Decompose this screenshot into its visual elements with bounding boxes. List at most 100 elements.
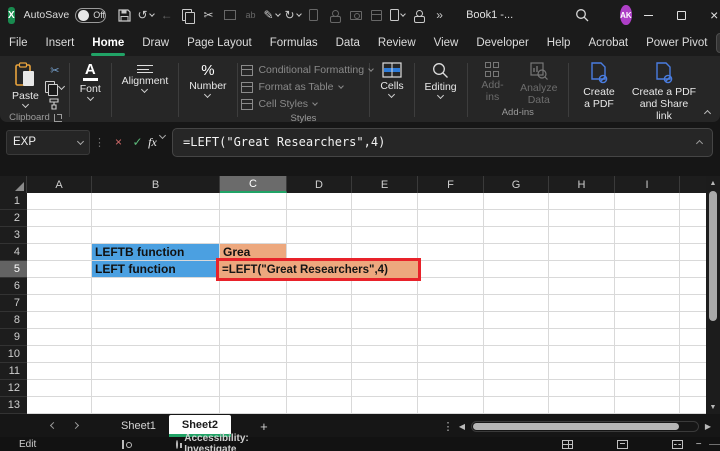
cell-I7[interactable] (615, 295, 680, 312)
accessibility-status[interactable]: Accessibility: Investigate (184, 433, 248, 451)
row-header-5[interactable]: 5 (0, 261, 27, 278)
cell-F9[interactable] (418, 329, 484, 346)
cell-A6[interactable] (27, 278, 92, 295)
row-header-10[interactable]: 10 (0, 346, 27, 363)
cell-C3[interactable] (220, 227, 287, 244)
user-avatar[interactable]: AK (620, 5, 632, 25)
column-header-G[interactable]: G (484, 176, 549, 193)
cell-partial-9[interactable] (680, 329, 706, 346)
cell-G1[interactable] (484, 193, 549, 210)
cell-B1[interactable] (92, 193, 220, 210)
cell-F7[interactable] (418, 295, 484, 312)
cell-I11[interactable] (615, 363, 680, 380)
cell-partial-8[interactable] (680, 312, 706, 329)
cell-G10[interactable] (484, 346, 549, 363)
cell-G13[interactable] (484, 397, 549, 414)
comments-button[interactable]: Comments (716, 33, 720, 53)
pin-button[interactable] (324, 3, 345, 27)
cell-C7[interactable] (220, 295, 287, 312)
cell-F6[interactable] (418, 278, 484, 295)
cell-A13[interactable] (27, 397, 92, 414)
cell-C12[interactable] (220, 380, 287, 397)
scroll-up-arrow[interactable]: ▲ (706, 176, 720, 190)
analyze-data-button[interactable]: Analyze Data (513, 59, 564, 106)
cell-partial-13[interactable] (680, 397, 706, 414)
back-button[interactable]: ← (156, 3, 177, 27)
copy-button[interactable] (45, 80, 66, 96)
cell-D13[interactable] (287, 397, 352, 414)
cell-A11[interactable] (27, 363, 92, 380)
column-header-D[interactable]: D (287, 176, 352, 193)
cell-B10[interactable] (92, 346, 220, 363)
cell-partial-10[interactable] (680, 346, 706, 363)
row-header-7[interactable]: 7 (0, 295, 27, 312)
redo-button[interactable]: ↻ (282, 3, 303, 27)
horizontal-scroll-track[interactable] (471, 420, 699, 432)
cell-A1[interactable] (27, 193, 92, 210)
clipboard-dialog-launcher[interactable] (53, 113, 62, 122)
cell-F2[interactable] (418, 210, 484, 227)
cell-C10[interactable] (220, 346, 287, 363)
camera-button[interactable] (345, 3, 366, 27)
cell-D10[interactable] (287, 346, 352, 363)
cell-E10[interactable] (352, 346, 418, 363)
cell-B3[interactable] (92, 227, 220, 244)
page-break-view-button[interactable] (671, 439, 683, 449)
column-header-partial[interactable] (680, 176, 706, 193)
row-header-6[interactable]: 6 (0, 278, 27, 295)
cell-I2[interactable] (615, 210, 680, 227)
select-all-button[interactable] (0, 176, 27, 193)
cut-button[interactable]: ✂ (198, 3, 219, 27)
cell-D12[interactable] (287, 380, 352, 397)
previous-sheet-button[interactable] (42, 415, 64, 437)
cell-B11[interactable] (92, 363, 220, 380)
cell-D11[interactable] (287, 363, 352, 380)
addins-button[interactable]: Add-ins (472, 59, 514, 103)
cell-A3[interactable] (27, 227, 92, 244)
cell-H10[interactable] (549, 346, 615, 363)
paste-button[interactable]: Paste (6, 59, 45, 109)
cell-H8[interactable] (549, 312, 615, 329)
enter-entry-button[interactable]: ✓ (128, 135, 147, 149)
add-sheet-button[interactable]: + (249, 415, 279, 437)
cell-B4[interactable]: LEFTB function (92, 244, 220, 261)
cell-F4[interactable] (418, 244, 484, 261)
column-header-H[interactable]: H (549, 176, 615, 193)
cell-C1[interactable] (220, 193, 287, 210)
vertical-scrollbar[interactable]: ▲ ▼ (706, 176, 720, 414)
search-button[interactable] (571, 3, 592, 27)
cell-A10[interactable] (27, 346, 92, 363)
cell-A4[interactable] (27, 244, 92, 261)
cell-I5[interactable] (615, 261, 680, 278)
cell-H4[interactable] (549, 244, 615, 261)
qat-overflow-button[interactable]: » (429, 3, 450, 27)
cell-G8[interactable] (484, 312, 549, 329)
cell-I6[interactable] (615, 278, 680, 295)
styles-item-conditional-formatting[interactable]: Conditional Formatting (241, 62, 374, 78)
row-header-11[interactable]: 11 (0, 363, 27, 380)
name-box[interactable]: EXP (6, 129, 90, 155)
column-header-E[interactable]: E (352, 176, 418, 193)
normal-view-button[interactable] (561, 439, 573, 449)
cell-F8[interactable] (418, 312, 484, 329)
cell-D7[interactable] (287, 295, 352, 312)
cell-G4[interactable] (484, 244, 549, 261)
cell-C13[interactable] (220, 397, 287, 414)
cell-F13[interactable] (418, 397, 484, 414)
cell-B6[interactable] (92, 278, 220, 295)
cut-button[interactable]: ✂ (45, 63, 65, 77)
font-menu-button[interactable]: A Font (74, 59, 107, 101)
cell-E2[interactable] (352, 210, 418, 227)
row-header-1[interactable]: 1 (0, 193, 27, 210)
protect-button[interactable] (408, 3, 429, 27)
cell-partial-1[interactable] (680, 193, 706, 210)
cell-B8[interactable] (92, 312, 220, 329)
row-header-3[interactable]: 3 (0, 227, 27, 244)
cell-A8[interactable] (27, 312, 92, 329)
lookup-sheet-button[interactable] (366, 3, 387, 27)
scroll-left-arrow[interactable]: ◀ (456, 422, 468, 431)
cell-G9[interactable] (484, 329, 549, 346)
column-header-C[interactable]: C (220, 176, 287, 193)
cell-partial-6[interactable] (680, 278, 706, 295)
cell-E3[interactable] (352, 227, 418, 244)
